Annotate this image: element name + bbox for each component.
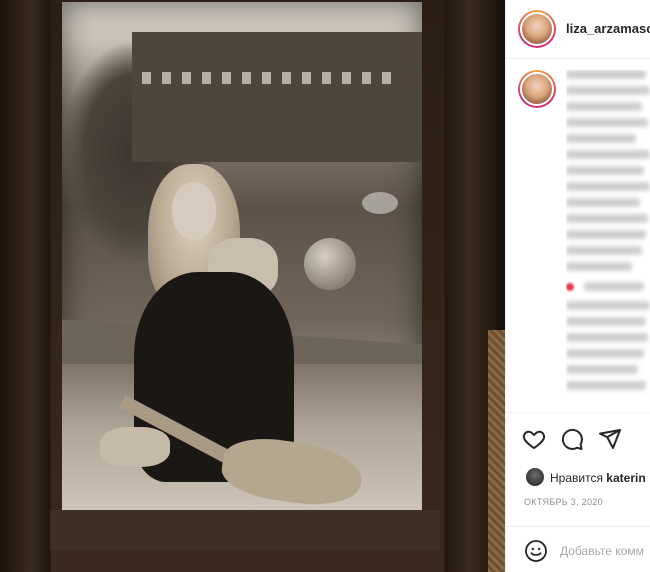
caption-line <box>566 150 650 159</box>
leg <box>100 427 170 467</box>
post-photo[interactable] <box>0 0 505 572</box>
caption-avatar[interactable] <box>518 70 556 108</box>
red-heart-emoji-icon <box>566 282 574 291</box>
emoji-icon[interactable] <box>524 539 548 563</box>
frame-bottom <box>50 510 440 550</box>
tank <box>304 238 356 290</box>
face <box>172 182 216 240</box>
comment-input[interactable] <box>560 541 650 561</box>
likes-prefix: Нравится <box>550 471 603 485</box>
caption-line <box>566 102 642 111</box>
glass-glare <box>362 192 398 214</box>
liker-avatar[interactable] <box>526 468 544 486</box>
avatar[interactable] <box>518 10 556 48</box>
caption-line <box>566 365 638 374</box>
post-sidebar: liza_arzamaso Нравится katerin ОКТЯБРЬ 3… <box>505 0 650 572</box>
caption-line <box>566 166 644 175</box>
caption-line <box>566 246 642 255</box>
caption-line <box>566 134 636 143</box>
divider <box>506 58 650 59</box>
divider <box>506 526 650 527</box>
avatar-image <box>520 72 554 106</box>
caption-line <box>566 262 632 271</box>
background-texture <box>488 330 505 572</box>
heart-icon[interactable] <box>522 427 546 451</box>
caption-line <box>566 182 650 191</box>
caption-line <box>566 70 646 79</box>
caption-line <box>566 381 646 390</box>
caption-line <box>566 214 648 223</box>
caption-line <box>566 230 646 239</box>
caption-line <box>566 333 648 342</box>
caption-line <box>566 349 644 358</box>
caption-blurred <box>566 70 650 410</box>
post-date[interactable]: октябрь 3, 2020 <box>524 497 603 507</box>
factory-building <box>132 32 422 162</box>
avatar-image <box>520 12 554 46</box>
share-icon[interactable] <box>598 427 622 451</box>
username-link[interactable]: liza_arzamaso <box>566 21 650 36</box>
caption-line <box>566 278 650 294</box>
divider <box>506 412 650 413</box>
liker-username[interactable]: katerin <box>606 471 645 485</box>
caption-line <box>566 118 648 127</box>
caption-line <box>566 301 650 310</box>
caption-line <box>566 198 640 207</box>
caption-line <box>566 317 646 326</box>
caption-line <box>566 86 650 95</box>
likes-summary[interactable]: Нравится katerin <box>550 471 646 485</box>
framed-print <box>62 2 422 514</box>
comment-icon[interactable] <box>560 427 584 451</box>
